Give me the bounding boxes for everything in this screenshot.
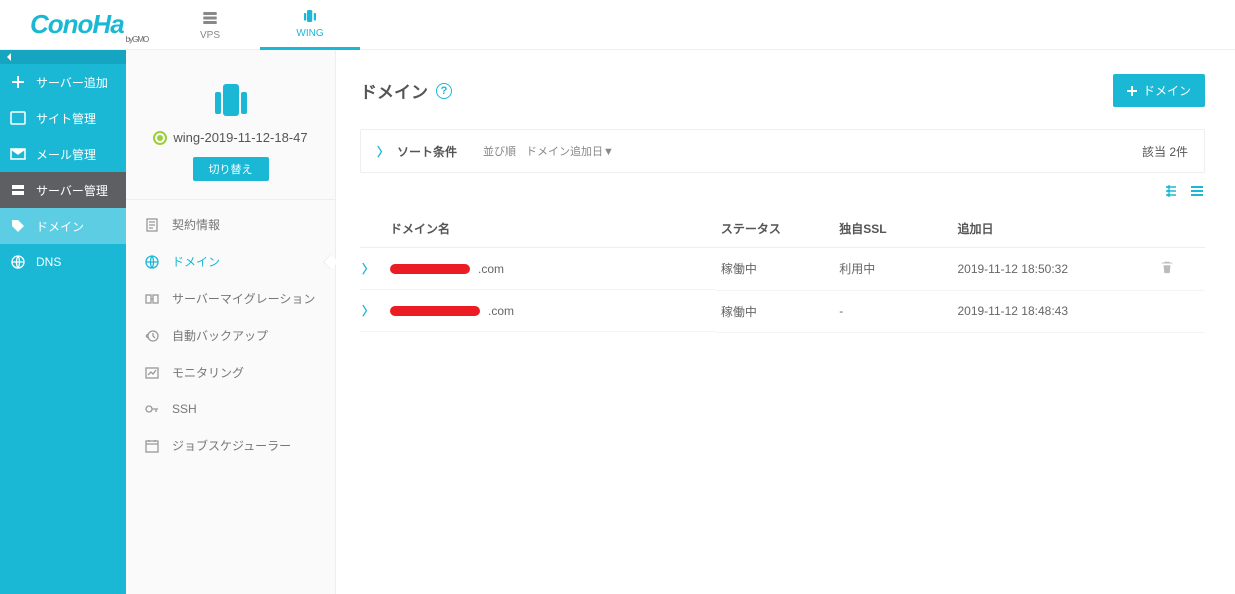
chevron-right-icon: 〉: [362, 260, 374, 277]
sidebar-collapse[interactable]: [0, 50, 126, 64]
subpanel-item-migration[interactable]: サーバーマイグレーション: [126, 280, 335, 317]
sub-label: 自動バックアップ: [172, 327, 268, 344]
plus-icon: [1127, 86, 1137, 96]
sidebar-item-server-mgmt[interactable]: サーバー管理: [0, 172, 126, 208]
add-btn-label: ドメイン: [1143, 82, 1191, 99]
top-bar: ConoHa byGMO VPS WING: [0, 0, 1235, 50]
main-content: ドメイン ? ドメイン 〉 ソート条件 並び順 ドメイン追加日▼ 該当 2件: [336, 50, 1235, 594]
domain-table: ドメイン名 ステータス 独自SSL 追加日 〉 .com 稼働中 利用中 2: [360, 210, 1205, 333]
transfer-icon: [144, 291, 160, 307]
globe-icon: [10, 254, 26, 270]
subpanel-item-scheduler[interactable]: ジョブスケジューラー: [126, 427, 335, 464]
brand-logo[interactable]: ConoHa byGMO: [0, 0, 160, 50]
domain-suffix: .com: [488, 304, 514, 318]
sub-label: サーバーマイグレーション: [172, 290, 315, 307]
th-added: 追加日: [951, 210, 1154, 248]
trash-icon: [1160, 260, 1174, 274]
delete-button[interactable]: [1154, 248, 1205, 291]
add-domain-button[interactable]: ドメイン: [1113, 74, 1205, 107]
sidebar-label: DNS: [36, 255, 61, 269]
page-title: ドメイン ?: [360, 78, 452, 103]
chevron-left-icon: [6, 53, 14, 61]
sidebar-item-site-mgmt[interactable]: サイト管理: [0, 100, 126, 136]
window-icon: [10, 110, 26, 126]
table-row[interactable]: 〉 .com 稼働中 利用中 2019-11-12 18:50:32: [360, 248, 1205, 291]
tag-icon: [10, 218, 26, 234]
server-icon: [10, 182, 26, 198]
chevron-right-icon: 〉: [377, 143, 389, 160]
wing-icon: [301, 7, 319, 25]
subpanel-item-domain[interactable]: ドメイン: [126, 243, 335, 280]
subpanel-item-ssh[interactable]: SSH: [126, 391, 335, 427]
topnav-vps[interactable]: VPS: [160, 0, 260, 50]
subpanel-item-monitoring[interactable]: モニタリング: [126, 354, 335, 391]
view-toolbar: [360, 183, 1205, 204]
server-name-text: wing-2019-11-12-18-47: [173, 130, 307, 145]
sort-value-dropdown[interactable]: ドメイン追加日▼: [526, 143, 614, 159]
settings-view-icon[interactable]: [1163, 183, 1179, 204]
sort-key-label: 並び順: [483, 143, 516, 159]
subpanel: wing-2019-11-12-18-47 切り替え 契約情報 ドメイン サーバ…: [126, 50, 336, 594]
cell-status: 稼働中: [715, 248, 833, 291]
filter-label: ソート条件: [397, 143, 457, 160]
sidebar-label: サーバー管理: [36, 182, 108, 199]
sidebar-label: ドメイン: [36, 218, 84, 235]
topnav-wing[interactable]: WING: [260, 0, 360, 50]
cell-added: 2019-11-12 18:50:32: [951, 248, 1154, 291]
plus-icon: [10, 74, 26, 90]
th-ssl: 独自SSL: [833, 210, 951, 248]
server-large-icon: [209, 80, 253, 120]
sub-label: ジョブスケジューラー: [172, 437, 291, 454]
top-nav: VPS WING: [160, 0, 360, 50]
table-row[interactable]: 〉 .com 稼働中 - 2019-11-12 18:48:43: [360, 290, 1205, 332]
sidebar-item-dns[interactable]: DNS: [0, 244, 126, 280]
sub-label: ドメイン: [172, 253, 220, 270]
redacted-domain: [390, 306, 480, 316]
page-header: ドメイン ? ドメイン: [360, 74, 1205, 107]
sidebar: サーバー追加 サイト管理 メール管理 サーバー管理 ドメイン DNS: [0, 50, 126, 594]
sidebar-label: サーバー追加: [36, 74, 108, 91]
help-icon[interactable]: ?: [436, 83, 452, 99]
domain-suffix: .com: [478, 262, 504, 276]
history-icon: [144, 328, 160, 344]
topnav-vps-label: VPS: [200, 30, 220, 41]
chevron-right-icon: 〉: [362, 302, 374, 319]
sub-label: SSH: [172, 402, 197, 416]
sidebar-label: メール管理: [36, 146, 96, 163]
th-status: ステータス: [715, 210, 833, 248]
result-count: 該当 2件: [1142, 143, 1188, 160]
stack-icon: [201, 9, 219, 27]
calendar-icon: [144, 438, 160, 454]
globe-icon: [144, 254, 160, 270]
cell-ssl: -: [833, 290, 951, 332]
chart-icon: [144, 365, 160, 381]
brand-sub: byGMO: [126, 35, 149, 44]
table-header-row: ドメイン名 ステータス 独自SSL 追加日: [360, 210, 1205, 248]
subpanel-item-backup[interactable]: 自動バックアップ: [126, 317, 335, 354]
sub-label: モニタリング: [172, 364, 244, 381]
cell-ssl: 利用中: [833, 248, 951, 291]
cell-status: 稼働中: [715, 290, 833, 332]
server-name-row: wing-2019-11-12-18-47: [153, 130, 307, 145]
list-view-icon[interactable]: [1189, 183, 1205, 204]
key-icon: [144, 401, 160, 417]
status-dot-icon: [153, 131, 167, 145]
sidebar-item-mail-mgmt[interactable]: メール管理: [0, 136, 126, 172]
cell-added: 2019-11-12 18:48:43: [951, 290, 1154, 332]
page-title-text: ドメイン: [360, 78, 428, 103]
subpanel-item-contract[interactable]: 契約情報: [126, 206, 335, 243]
sidebar-item-add-server[interactable]: サーバー追加: [0, 64, 126, 100]
sidebar-label: サイト管理: [36, 110, 96, 127]
sidebar-item-domain[interactable]: ドメイン: [0, 208, 126, 244]
brand-name: ConoHa: [30, 9, 124, 40]
filter-bar[interactable]: 〉 ソート条件 並び順 ドメイン追加日▼ 該当 2件: [360, 129, 1205, 173]
switch-button[interactable]: 切り替え: [193, 157, 269, 181]
redacted-domain: [390, 264, 470, 274]
document-icon: [144, 217, 160, 233]
mail-icon: [10, 146, 26, 162]
sub-label: 契約情報: [172, 216, 220, 233]
topnav-wing-label: WING: [296, 28, 323, 39]
th-domain: ドメイン名: [360, 210, 715, 248]
